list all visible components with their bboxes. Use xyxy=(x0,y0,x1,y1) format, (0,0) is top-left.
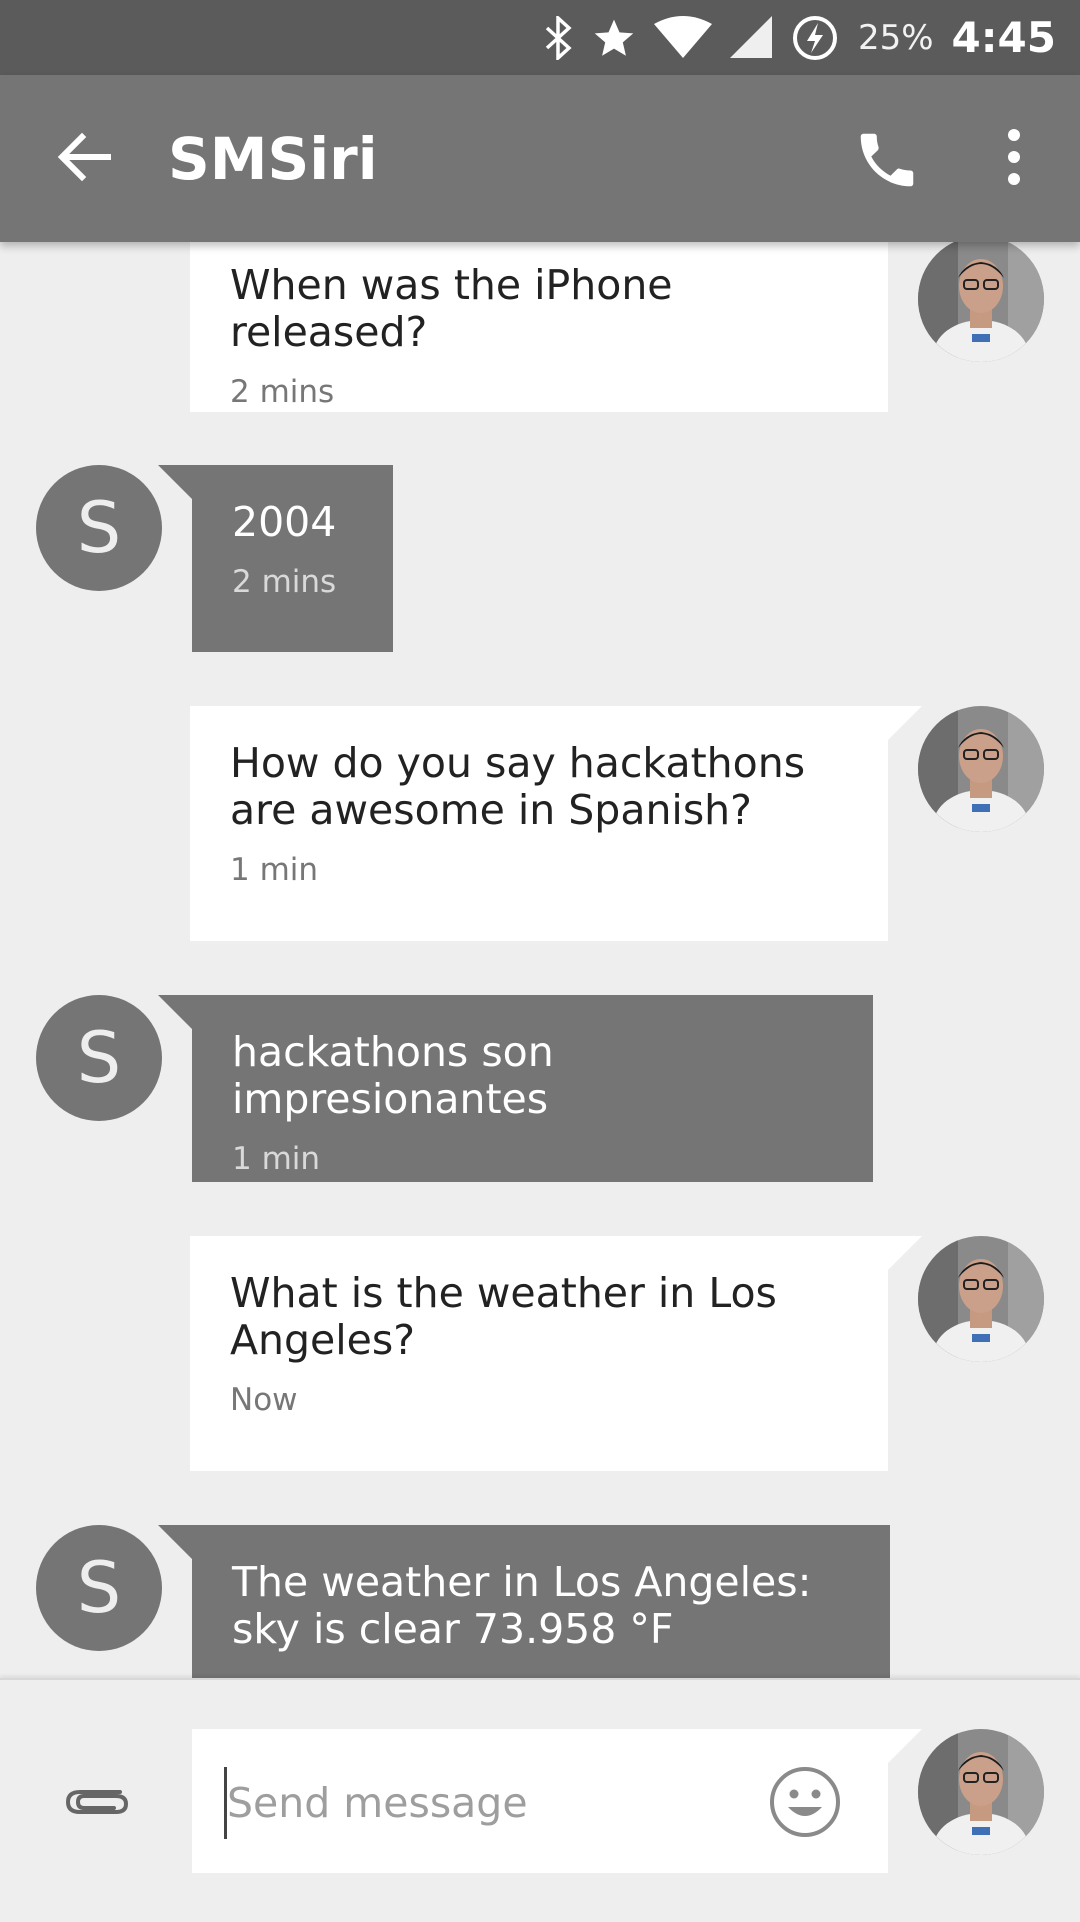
input-tail xyxy=(888,1729,922,1763)
star-icon xyxy=(594,19,634,56)
battery-percent: 25% xyxy=(857,17,934,58)
outgoing-bubble[interactable]: When was the iPhone released? 2 mins xyxy=(190,242,888,412)
message-text: When was the iPhone released? xyxy=(230,261,673,356)
contact-avatar[interactable]: S xyxy=(36,995,162,1121)
user-photo-icon xyxy=(918,1729,1044,1855)
message-text: How do you say hackathons are awesome in… xyxy=(230,739,806,834)
user-avatar[interactable] xyxy=(918,1236,1044,1362)
message-composer xyxy=(0,1678,1080,1922)
bubble-tail xyxy=(158,465,192,499)
user-photo-icon xyxy=(918,1236,1044,1362)
contact-avatar[interactable]: S xyxy=(36,465,162,591)
bubble-tail xyxy=(888,1236,922,1270)
outgoing-bubble[interactable]: What is the weather in Los Angeles? Now xyxy=(190,1236,888,1471)
bubble-tail xyxy=(158,1525,192,1559)
status-icons: 25% 4:45 xyxy=(544,0,1056,75)
battery-charging-icon xyxy=(792,15,837,60)
bubble-tail xyxy=(158,995,192,1029)
paperclip-icon[interactable] xyxy=(62,1780,132,1820)
user-avatar[interactable] xyxy=(918,1729,1044,1855)
cell-signal-icon xyxy=(729,15,772,58)
user-avatar[interactable] xyxy=(918,242,1044,362)
bluetooth-icon xyxy=(545,15,572,60)
status-bar: 25% 4:45 xyxy=(0,0,1080,75)
message-outgoing: When was the iPhone released? 2 mins xyxy=(0,242,1080,412)
conversation-title: SMSiri xyxy=(168,125,378,193)
incoming-bubble[interactable]: 2004 2 mins xyxy=(192,465,393,652)
clock: 4:45 xyxy=(951,13,1056,62)
bubble-tail xyxy=(888,706,922,740)
message-text: 2004 xyxy=(232,498,337,546)
wifi-icon xyxy=(653,15,712,58)
message-input-container xyxy=(192,1729,888,1873)
message-text: The weather in Los Angeles: sky is clear… xyxy=(232,1558,812,1653)
message-time: Now xyxy=(230,1382,298,1418)
message-list[interactable]: When was the iPhone released? 2 mins S 2… xyxy=(0,242,1080,1678)
message-text: What is the weather in Los Angeles? xyxy=(230,1269,777,1364)
message-time: 1 min xyxy=(230,852,319,888)
message-outgoing: What is the weather in Los Angeles? Now xyxy=(0,1236,1080,1476)
app-toolbar: SMSiri xyxy=(0,75,1080,242)
contact-avatar[interactable]: S xyxy=(36,1525,162,1651)
user-photo-icon xyxy=(918,242,1044,362)
message-outgoing: How do you say hackathons are awesome in… xyxy=(0,706,1080,946)
message-input[interactable] xyxy=(224,1767,749,1839)
incoming-bubble[interactable]: hackathons son impresionantes 1 min xyxy=(192,995,873,1182)
message-time: 2 mins xyxy=(230,374,335,410)
user-photo-icon xyxy=(918,706,1044,832)
emoji-icon[interactable] xyxy=(768,1765,842,1839)
message-incoming: S 2004 2 mins xyxy=(0,465,1080,655)
outgoing-bubble[interactable]: How do you say hackathons are awesome in… xyxy=(190,706,888,941)
incoming-bubble[interactable]: The weather in Los Angeles: sky is clear… xyxy=(192,1525,890,1678)
message-incoming: S hackathons son impresionantes 1 min xyxy=(0,995,1080,1185)
message-incoming: S The weather in Los Angeles: sky is cle… xyxy=(0,1525,1080,1678)
message-time: 2 mins xyxy=(232,564,337,600)
user-avatar[interactable] xyxy=(918,706,1044,832)
more-vert-icon[interactable] xyxy=(990,125,1038,189)
phone-icon[interactable] xyxy=(852,125,922,195)
back-arrow-icon[interactable] xyxy=(52,125,116,189)
message-text: hackathons son impresionantes xyxy=(232,1028,554,1123)
message-time: 1 min xyxy=(232,1141,321,1177)
